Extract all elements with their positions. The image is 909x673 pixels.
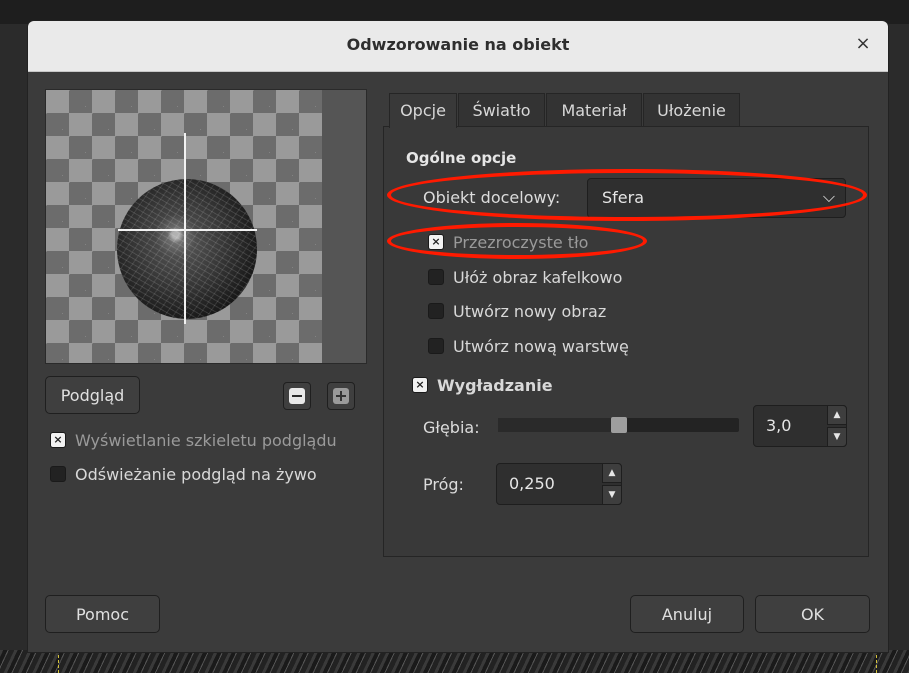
threshold-label: Próg: xyxy=(423,475,464,494)
threshold-value: 0,250 xyxy=(509,474,555,493)
show-wireframe-option[interactable]: × Wyświetlanie szkieletu podglądu xyxy=(50,429,337,451)
zoom-in-icon xyxy=(333,388,349,404)
new-layer-label: Utwórz nową warstwę xyxy=(453,336,629,356)
depth-increment-button[interactable]: ▲ xyxy=(827,405,847,425)
depth-spinbutton[interactable]: 3,0 ▲ ▼ xyxy=(753,405,847,447)
antialiasing-checkbox[interactable]: × xyxy=(412,377,428,393)
transparent-background-option[interactable]: × Przezroczyste tło xyxy=(428,231,588,253)
depth-value: 3,0 xyxy=(766,416,792,435)
ok-button[interactable]: OK xyxy=(755,595,870,633)
new-image-checkbox[interactable] xyxy=(428,303,444,319)
cancel-button[interactable]: Anuluj xyxy=(630,595,744,633)
sphere-preview xyxy=(117,179,257,319)
antialiasing-label: Wygładzanie xyxy=(437,375,553,395)
tab-material[interactable]: Materiał xyxy=(546,93,642,127)
tile-image-option[interactable]: Ułóż obraz kafelkowo xyxy=(428,266,622,288)
target-object-dropdown[interactable]: Sfera ⌵ xyxy=(587,178,846,218)
live-preview-option[interactable]: Odświeżanie podgląd na żywo xyxy=(50,463,317,485)
close-button[interactable]: × xyxy=(852,33,874,55)
new-image-label: Utwórz nowy obraz xyxy=(453,301,607,321)
depth-decrement-button[interactable]: ▼ xyxy=(827,427,847,447)
dialog-titlebar: Odwzorowanie na obiekt × xyxy=(28,21,888,72)
preview-margin xyxy=(322,90,366,363)
target-object-label: Obiekt docelowy: xyxy=(423,188,561,207)
live-preview-checkbox[interactable] xyxy=(50,466,66,482)
layer-boundary-right xyxy=(876,655,877,673)
tab-light[interactable]: Światło xyxy=(458,93,545,127)
transparent-background-checkbox[interactable]: × xyxy=(428,234,444,250)
transparent-background-label: Przezroczyste tło xyxy=(453,232,589,252)
threshold-decrement-button[interactable]: ▼ xyxy=(602,485,622,505)
zoom-out-icon xyxy=(289,388,305,404)
tile-image-label: Ułóż obraz kafelkowo xyxy=(453,267,623,287)
zoom-in-button[interactable] xyxy=(327,382,355,410)
new-image-option[interactable]: Utwórz nowy obraz xyxy=(428,300,606,322)
threshold-spinbutton[interactable]: 0,250 ▲ ▼ xyxy=(496,463,622,505)
threshold-increment-button[interactable]: ▲ xyxy=(602,463,622,483)
dialog-title: Odwzorowanie na obiekt xyxy=(346,35,570,54)
wireframe-horizontal-line xyxy=(118,229,257,231)
layer-boundary-left xyxy=(58,655,59,673)
help-button[interactable]: Pomoc xyxy=(45,595,160,633)
depth-slider-fill xyxy=(498,418,619,432)
chevron-down-icon: ⌵ xyxy=(822,187,835,206)
new-layer-checkbox[interactable] xyxy=(428,338,444,354)
new-layer-option[interactable]: Utwórz nową warstwę xyxy=(428,335,629,357)
tab-options[interactable]: Opcje xyxy=(389,93,457,128)
show-wireframe-label: Wyświetlanie szkieletu podglądu xyxy=(75,430,337,450)
close-icon: × xyxy=(855,33,871,54)
depth-label: Głębia: xyxy=(423,418,480,437)
preview-button[interactable]: Podgląd xyxy=(45,376,140,414)
show-wireframe-checkbox[interactable]: × xyxy=(50,432,66,448)
target-object-value: Sfera xyxy=(602,188,645,207)
general-options-heading: Ogólne opcje xyxy=(406,149,517,167)
antialiasing-option[interactable]: × Wygładzanie xyxy=(412,374,553,396)
canvas-texture-strip xyxy=(0,650,909,673)
preview-area xyxy=(45,89,367,364)
tab-orientation[interactable]: Ułożenie xyxy=(643,93,740,127)
map-object-dialog: Odwzorowanie na obiekt × Podgląd × Wyświ… xyxy=(28,21,888,652)
zoom-out-button[interactable] xyxy=(283,382,311,410)
live-preview-label: Odświeżanie podgląd na żywo xyxy=(75,464,317,484)
depth-slider-handle[interactable] xyxy=(610,417,627,433)
depth-slider[interactable] xyxy=(498,417,739,433)
tile-image-checkbox[interactable] xyxy=(428,269,444,285)
